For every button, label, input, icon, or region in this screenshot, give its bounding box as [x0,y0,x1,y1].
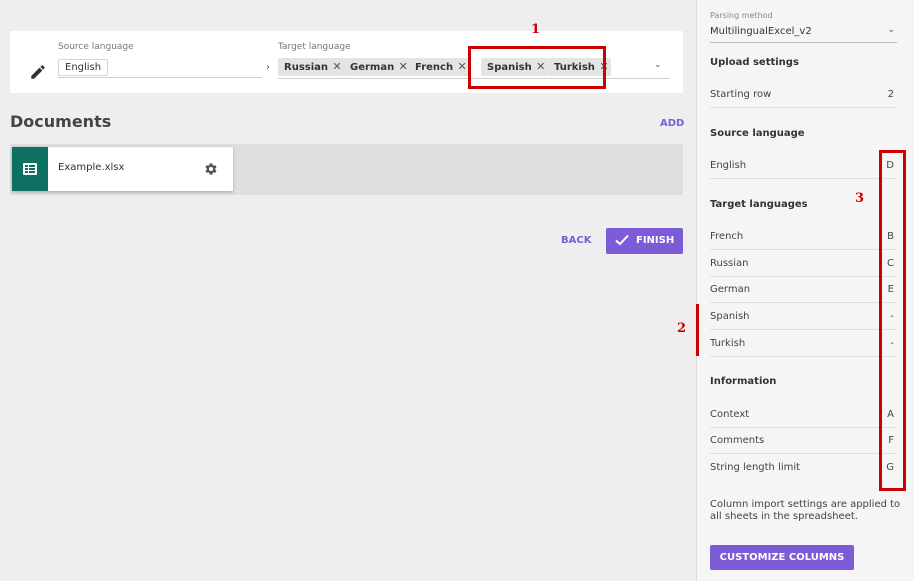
pencil-icon[interactable] [29,63,47,81]
finish-button[interactable]: FINISH [606,228,683,254]
document-name: Example.xlsx [58,162,125,173]
chevron-down-icon[interactable]: ⌄ [654,60,662,70]
annotation-bar-2 [696,304,699,356]
row-label: Spanish [710,311,750,322]
remove-russian-icon[interactable]: ✕ [330,58,344,76]
finish-label: FINISH [636,235,675,246]
check-icon [615,234,629,246]
starting-row-row[interactable]: Starting row 2 [710,81,897,108]
info-row-context[interactable]: Context A [710,401,897,428]
remove-french-icon[interactable]: ✕ [455,58,469,76]
target-row-french[interactable]: French B [710,223,897,250]
row-label: French [710,231,744,242]
customize-columns-button[interactable]: CUSTOMIZE COLUMNS [710,545,854,570]
target-row-russian[interactable]: Russian C [710,250,897,277]
source-language-label: Source language [58,42,134,52]
column-settings-note: Column import settings are applied to al… [710,499,901,522]
starting-row-value[interactable]: 2 [888,89,894,100]
annotation-number-1: 1 [531,22,541,37]
source-language-title: Source language [710,128,805,139]
parsing-method-value: MultilingualExcel_v2 [710,26,812,37]
target-chip-german: German ✕ [344,58,411,76]
arrow-right-icon: › [266,62,270,73]
target-row-spanish[interactable]: Spanish - [710,303,897,330]
chevron-down-icon: ⌄ [887,25,895,35]
source-language-field[interactable]: English [58,58,262,78]
target-row-german[interactable]: German E [710,276,897,303]
row-label: English [710,160,747,171]
chip-label: German [350,62,395,73]
info-row-comments[interactable]: Comments F [710,427,897,454]
gear-icon[interactable] [204,162,218,176]
chip-label: Russian [284,62,329,73]
annotation-box-1 [468,46,606,89]
row-label: Russian [710,258,749,269]
documents-title: Documents [10,112,112,131]
annotation-box-3 [879,150,906,491]
row-label: Context [710,409,750,420]
parsing-method-label: Parsing method [710,11,773,20]
target-language-label: Target language [278,42,351,52]
source-language-chip[interactable]: English [58,59,109,76]
row-label: Turkish [710,338,746,349]
spreadsheet-icon [23,163,37,175]
info-row-string-length-limit[interactable]: String length limit G [710,454,897,481]
upload-settings-title: Upload settings [710,57,799,68]
starting-row-label: Starting row [710,89,772,100]
row-label: German [710,284,751,295]
information-title: Information [710,376,777,387]
spreadsheet-icon-box [12,147,48,191]
parsing-method-select[interactable]: MultilingualExcel_v2 ⌄ [710,24,897,43]
chip-label: French [415,62,454,73]
document-card[interactable]: Example.xlsx [12,147,233,191]
annotation-number-2: 2 [677,321,687,336]
row-label: Comments [710,435,765,446]
target-languages-title: Target languages [710,199,808,210]
target-row-turkish[interactable]: Turkish - [710,330,897,357]
add-document-button[interactable]: ADD [660,118,684,129]
annotation-number-3: 3 [855,191,865,206]
source-row-english[interactable]: English D [710,152,897,179]
row-label: String length limit [710,462,801,473]
target-chip-russian: Russian ✕ [278,58,345,76]
target-chip-french: French ✕ [409,58,470,76]
back-button[interactable]: BACK [561,235,591,246]
